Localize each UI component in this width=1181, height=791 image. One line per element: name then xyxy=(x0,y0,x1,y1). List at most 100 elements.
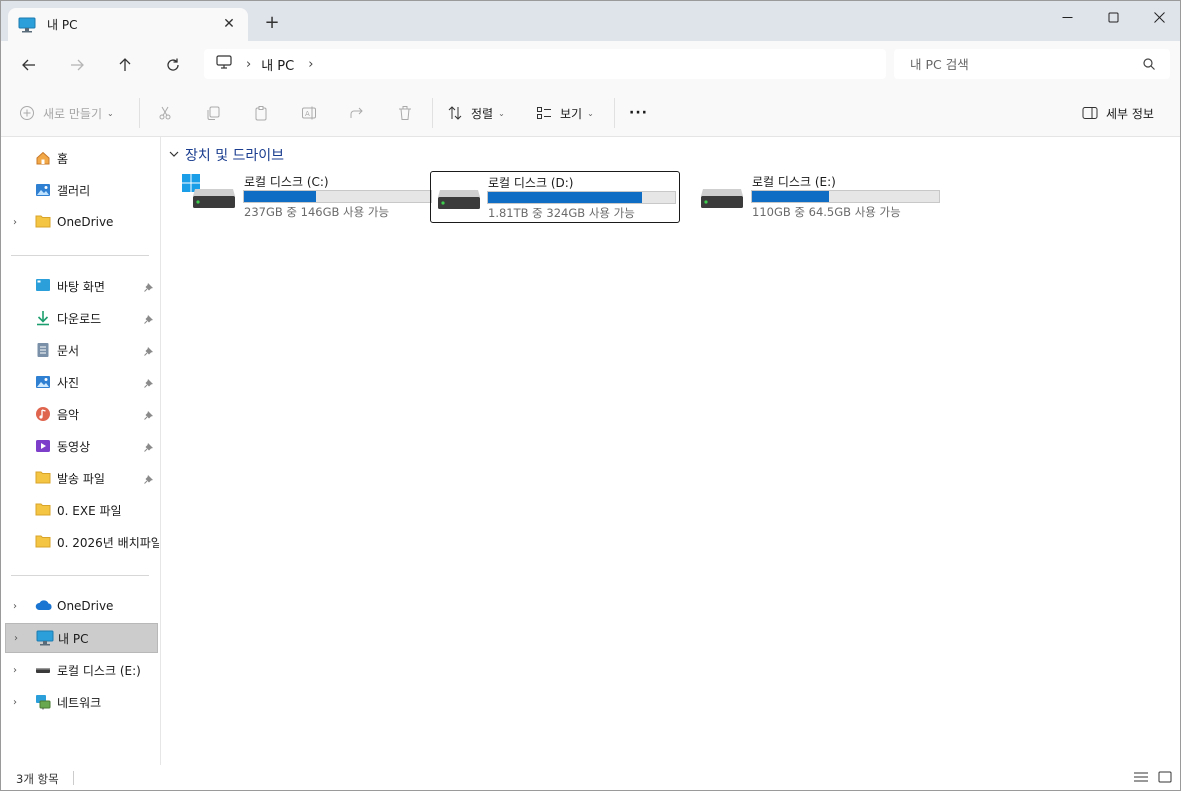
drive-tile-d[interactable]: 로컬 디스크 (D:) 1.81TB 중 324GB 사용 가능 xyxy=(430,171,680,223)
sidebar-item-network[interactable]: › 네트워크 xyxy=(5,687,158,717)
more-options-button[interactable]: ··· xyxy=(629,100,648,126)
breadcrumb-separator[interactable]: › xyxy=(308,57,313,72)
folder-icon xyxy=(35,470,51,486)
drive-tile-c[interactable]: 로컬 디스크 (C:) 237GB 중 146GB 사용 가능 xyxy=(172,171,432,223)
trash-icon xyxy=(399,106,411,120)
sidebar-item-gallery[interactable]: 갤러리 xyxy=(5,175,158,205)
sort-icon xyxy=(448,106,462,120)
cut-button[interactable] xyxy=(157,100,173,126)
sidebar-item-onedrive[interactable]: › OneDrive xyxy=(5,591,158,621)
chevron-down-icon: ⌄ xyxy=(107,108,114,118)
drive-usage-fill xyxy=(244,191,316,202)
refresh-icon xyxy=(167,58,179,71)
up-button[interactable] xyxy=(112,52,138,78)
sidebar-item-onedrive-folder[interactable]: › OneDrive xyxy=(5,207,158,237)
view-button[interactable]: 보기 ⌄ xyxy=(536,100,594,126)
title-bar: 내 PC ✕ + xyxy=(1,1,1180,41)
video-icon xyxy=(35,438,51,454)
drive-name: 로컬 디스크 (D:) xyxy=(488,176,574,190)
sidebar-item-downloads[interactable]: 다운로드 xyxy=(5,303,158,333)
close-icon xyxy=(1153,11,1165,23)
sidebar-item-my-pc[interactable]: › 내 PC xyxy=(5,623,158,653)
sidebar-item-exe-files[interactable]: 0. EXE 파일 xyxy=(5,495,158,525)
drive-name: 로컬 디스크 (E:) xyxy=(752,175,836,189)
pin-icon[interactable] xyxy=(144,313,154,324)
sidebar-item-batch-files[interactable]: 0. 2026년 배치파일 xyxy=(5,527,159,557)
drive-usage-fill xyxy=(752,191,830,202)
back-button[interactable] xyxy=(16,52,42,78)
search-icon[interactable] xyxy=(1142,57,1156,71)
address-bar[interactable]: › 내 PC › xyxy=(204,49,886,79)
sidebar-item-documents[interactable]: 문서 xyxy=(5,335,158,365)
forward-button[interactable] xyxy=(64,52,90,78)
chevron-right-icon[interactable]: › xyxy=(14,633,24,644)
paste-button[interactable] xyxy=(253,100,269,126)
sidebar-item-videos[interactable]: 동영상 xyxy=(5,431,158,461)
folder-icon xyxy=(35,534,51,550)
sidebar-item-home[interactable]: 홈 xyxy=(5,143,158,173)
sidebar-divider xyxy=(11,575,149,576)
chevron-right-icon[interactable]: › xyxy=(13,697,23,708)
download-icon xyxy=(35,310,51,326)
share-button[interactable] xyxy=(349,100,365,126)
item-count: 3개 항목 xyxy=(16,772,59,786)
hard-drive-icon xyxy=(700,187,744,209)
chevron-right-icon[interactable]: › xyxy=(13,665,23,676)
pc-icon xyxy=(216,55,232,73)
minimize-button[interactable] xyxy=(1044,1,1090,33)
pin-icon[interactable] xyxy=(144,441,154,452)
breadcrumb-separator[interactable]: › xyxy=(246,57,251,72)
sidebar-item-label: 홈 xyxy=(57,151,69,166)
pin-icon[interactable] xyxy=(144,377,154,388)
folder-icon xyxy=(35,502,51,518)
toolbar-divider xyxy=(614,98,615,128)
drive-icon xyxy=(35,662,51,678)
close-tab-button[interactable]: ✕ xyxy=(220,15,238,33)
details-pane-button[interactable]: 세부 정보 xyxy=(1082,100,1154,126)
details-view-button[interactable] xyxy=(1134,771,1150,785)
chevron-right-icon[interactable]: › xyxy=(13,601,23,612)
status-bar: 3개 항목 xyxy=(1,765,1180,790)
sidebar-divider xyxy=(11,255,149,256)
pc-icon xyxy=(36,630,54,646)
rename-button[interactable]: A xyxy=(301,100,317,126)
chevron-down-icon: ⌄ xyxy=(498,108,505,118)
tab-my-pc[interactable]: 내 PC ✕ xyxy=(8,8,248,41)
pin-icon[interactable] xyxy=(144,281,154,292)
sidebar-item-sent-files[interactable]: 발송 파일 xyxy=(5,463,158,493)
delete-button[interactable] xyxy=(397,100,413,126)
close-window-button[interactable] xyxy=(1136,1,1180,33)
group-header-devices[interactable]: 장치 및 드라이브 xyxy=(169,145,284,165)
drive-space-info: 237GB 중 146GB 사용 가능 xyxy=(244,205,390,219)
drive-tile-e[interactable]: 로컬 디스크 (E:) 110GB 중 64.5GB 사용 가능 xyxy=(680,171,940,223)
pin-icon[interactable] xyxy=(144,473,154,484)
copy-button[interactable] xyxy=(205,100,221,126)
sidebar-item-local-disk-e[interactable]: › 로컬 디스크 (E:) xyxy=(5,655,158,685)
command-bar: 새로 만들기 ⌄ A 정렬 ⌄ 보기 ⌄ ··· 세부 정보 xyxy=(1,88,1180,137)
sidebar-item-music[interactable]: 음악 xyxy=(5,399,158,429)
maximize-button[interactable] xyxy=(1090,1,1136,33)
navigation-bar: › 내 PC › xyxy=(1,41,1180,88)
breadcrumb-my-pc[interactable]: 내 PC xyxy=(261,55,294,74)
pin-icon[interactable] xyxy=(144,345,154,356)
new-button[interactable]: 새로 만들기 ⌄ xyxy=(19,100,114,126)
svg-text:A: A xyxy=(305,110,310,118)
view-label: 보기 xyxy=(560,106,583,121)
drive-usage-bar xyxy=(243,190,432,203)
search-input[interactable] xyxy=(910,56,1130,72)
hard-drive-icon xyxy=(192,187,236,209)
sidebar-item-label: 0. EXE 파일 xyxy=(57,503,122,518)
drive-space-info: 1.81TB 중 324GB 사용 가능 xyxy=(488,206,635,220)
chevron-right-icon[interactable]: › xyxy=(13,217,23,228)
drive-usage-fill xyxy=(488,192,643,203)
sidebar-item-pictures[interactable]: 사진 xyxy=(5,367,158,397)
copy-icon xyxy=(207,106,220,120)
refresh-button[interactable] xyxy=(160,52,186,78)
sidebar-item-desktop[interactable]: 바탕 화면 xyxy=(5,271,158,301)
tiles-view-button[interactable] xyxy=(1158,771,1174,785)
document-icon xyxy=(35,342,51,358)
rename-icon: A xyxy=(302,106,316,120)
new-tab-button[interactable]: + xyxy=(263,14,281,32)
sort-button[interactable]: 정렬 ⌄ xyxy=(447,100,505,126)
pin-icon[interactable] xyxy=(144,409,154,420)
